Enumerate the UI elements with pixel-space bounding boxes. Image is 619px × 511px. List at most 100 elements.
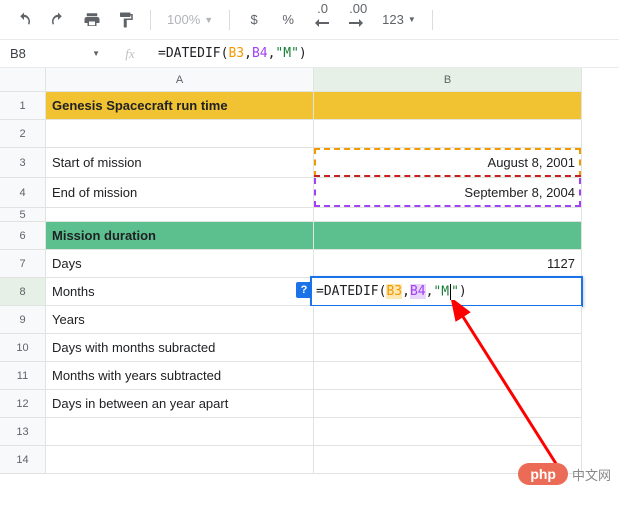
undo-button[interactable] xyxy=(10,6,38,34)
cell-a13[interactable] xyxy=(46,418,314,446)
cell-text: End of mission xyxy=(52,185,137,200)
select-all-corner[interactable] xyxy=(0,68,46,92)
spreadsheet-grid: A B 1 Genesis Spacecraft run time 2 3 St… xyxy=(0,68,619,474)
cell-text: Start of mission xyxy=(52,155,142,170)
cell-text: Months xyxy=(52,284,95,299)
num-format-label: 123 xyxy=(382,12,404,27)
active-cell-name: B8 xyxy=(10,46,92,61)
cell-b14[interactable] xyxy=(314,446,582,474)
column-header-b[interactable]: B xyxy=(314,68,582,92)
cell-b9[interactable] xyxy=(314,306,582,334)
cell-text: Mission duration xyxy=(52,228,156,243)
row-header-3[interactable]: 3 xyxy=(0,148,46,178)
cell-text: Days in between an year apart xyxy=(52,396,228,411)
cell-b6[interactable] xyxy=(314,222,582,250)
print-button[interactable] xyxy=(78,6,106,34)
row-header-5[interactable]: 5 xyxy=(0,208,46,222)
cell-a1[interactable]: Genesis Spacecraft run time xyxy=(46,92,314,120)
cell-a2[interactable] xyxy=(46,120,314,148)
formula-comma: , xyxy=(268,46,276,61)
increase-decimal-button[interactable]: .00 xyxy=(342,6,370,34)
chevron-down-icon: ▼ xyxy=(92,49,100,58)
formula-close-paren: ) xyxy=(299,46,307,61)
editor-function: DATEDIF xyxy=(324,284,379,299)
formula-function: DATEDIF xyxy=(166,46,221,61)
cell-a12[interactable]: Days in between an year apart xyxy=(46,390,314,418)
toolbar-separator xyxy=(229,10,230,30)
row-header-8[interactable]: 8 xyxy=(0,278,46,306)
cell-text: Days xyxy=(52,256,82,271)
editor-comma: , xyxy=(402,284,410,299)
row-header-12[interactable]: 12 xyxy=(0,390,46,418)
editor-equals: = xyxy=(316,284,324,299)
namebox-row: B8 ▼ fx = DATEDIF ( B3 , B4 , "M" ) xyxy=(0,40,619,68)
editor-close-paren: ) xyxy=(459,284,467,299)
cell-text: Months with years subtracted xyxy=(52,368,221,383)
cell-text: September 8, 2004 xyxy=(464,185,575,200)
paint-format-button[interactable] xyxy=(112,6,140,34)
cell-b10[interactable] xyxy=(314,334,582,362)
formula-ref2: B4 xyxy=(252,46,268,61)
formula-string: "M" xyxy=(275,46,298,61)
editor-string: "M" xyxy=(433,284,458,300)
zoom-value: 100% xyxy=(167,12,200,27)
cell-b12[interactable] xyxy=(314,390,582,418)
editor-open-paren: ( xyxy=(379,284,387,299)
row-header-7[interactable]: 7 xyxy=(0,250,46,278)
editor-ref1: B3 xyxy=(386,284,402,299)
format-currency-button[interactable]: $ xyxy=(240,6,268,34)
cell-editor[interactable]: = DATEDIF ( B3 , B4 , "M" ) xyxy=(310,276,583,307)
format-percent-button[interactable]: % xyxy=(274,6,302,34)
editor-ref2: B4 xyxy=(410,284,426,299)
cell-a8[interactable]: Months xyxy=(46,278,314,306)
row-header-10[interactable]: 10 xyxy=(0,334,46,362)
cell-a10[interactable]: Days with months subracted xyxy=(46,334,314,362)
cell-b3[interactable]: August 8, 2001 xyxy=(314,148,582,178)
formula-bar[interactable]: = DATEDIF ( B3 , B4 , "M" ) xyxy=(150,40,619,67)
zoom-dropdown[interactable]: 100% ▼ xyxy=(161,12,219,27)
column-header-a[interactable]: A xyxy=(46,68,314,92)
row-header-13[interactable]: 13 xyxy=(0,418,46,446)
toolbar-separator xyxy=(432,10,433,30)
redo-button[interactable] xyxy=(44,6,72,34)
cell-a3[interactable]: Start of mission xyxy=(46,148,314,178)
cell-b7[interactable]: 1127 xyxy=(314,250,582,278)
row-header-6[interactable]: 6 xyxy=(0,222,46,250)
name-box[interactable]: B8 ▼ xyxy=(0,40,110,67)
cell-text: August 8, 2001 xyxy=(488,155,575,170)
cell-b8[interactable]: ? = DATEDIF ( B3 , B4 , "M" ) xyxy=(314,278,582,306)
cell-b2[interactable] xyxy=(314,120,582,148)
row-header-4[interactable]: 4 xyxy=(0,178,46,208)
cell-b11[interactable] xyxy=(314,362,582,390)
cell-a5[interactable] xyxy=(46,208,314,222)
cell-text: Days with months subracted xyxy=(52,340,215,355)
row-header-9[interactable]: 9 xyxy=(0,306,46,334)
row-header-1[interactable]: 1 xyxy=(0,92,46,120)
row-header-11[interactable]: 11 xyxy=(0,362,46,390)
cell-text: 1127 xyxy=(547,256,575,271)
cell-text: Years xyxy=(52,312,85,327)
chevron-down-icon: ▼ xyxy=(204,15,213,25)
chevron-down-icon: ▼ xyxy=(408,15,416,24)
cell-a14[interactable] xyxy=(46,446,314,474)
range-highlight-b3-bottom xyxy=(314,175,581,177)
cell-b5[interactable] xyxy=(314,208,582,222)
cell-a9[interactable]: Years xyxy=(46,306,314,334)
cell-b13[interactable] xyxy=(314,418,582,446)
cell-b4[interactable]: September 8, 2004 xyxy=(314,178,582,208)
text-cursor xyxy=(450,284,451,300)
more-formats-dropdown[interactable]: 123 ▼ xyxy=(376,6,422,34)
cell-a7[interactable]: Days xyxy=(46,250,314,278)
editor-comma: , xyxy=(426,284,434,299)
cell-a6[interactable]: Mission duration xyxy=(46,222,314,250)
cell-b1[interactable] xyxy=(314,92,582,120)
row-header-14[interactable]: 14 xyxy=(0,446,46,474)
cell-text: Genesis Spacecraft run time xyxy=(52,98,228,113)
toolbar-separator xyxy=(150,10,151,30)
cell-a11[interactable]: Months with years subtracted xyxy=(46,362,314,390)
cell-a4[interactable]: End of mission xyxy=(46,178,314,208)
decrease-decimal-button[interactable]: .0 xyxy=(308,6,336,34)
formula-ref1: B3 xyxy=(228,46,244,61)
row-header-2[interactable]: 2 xyxy=(0,120,46,148)
fx-icon: fx xyxy=(110,46,150,62)
